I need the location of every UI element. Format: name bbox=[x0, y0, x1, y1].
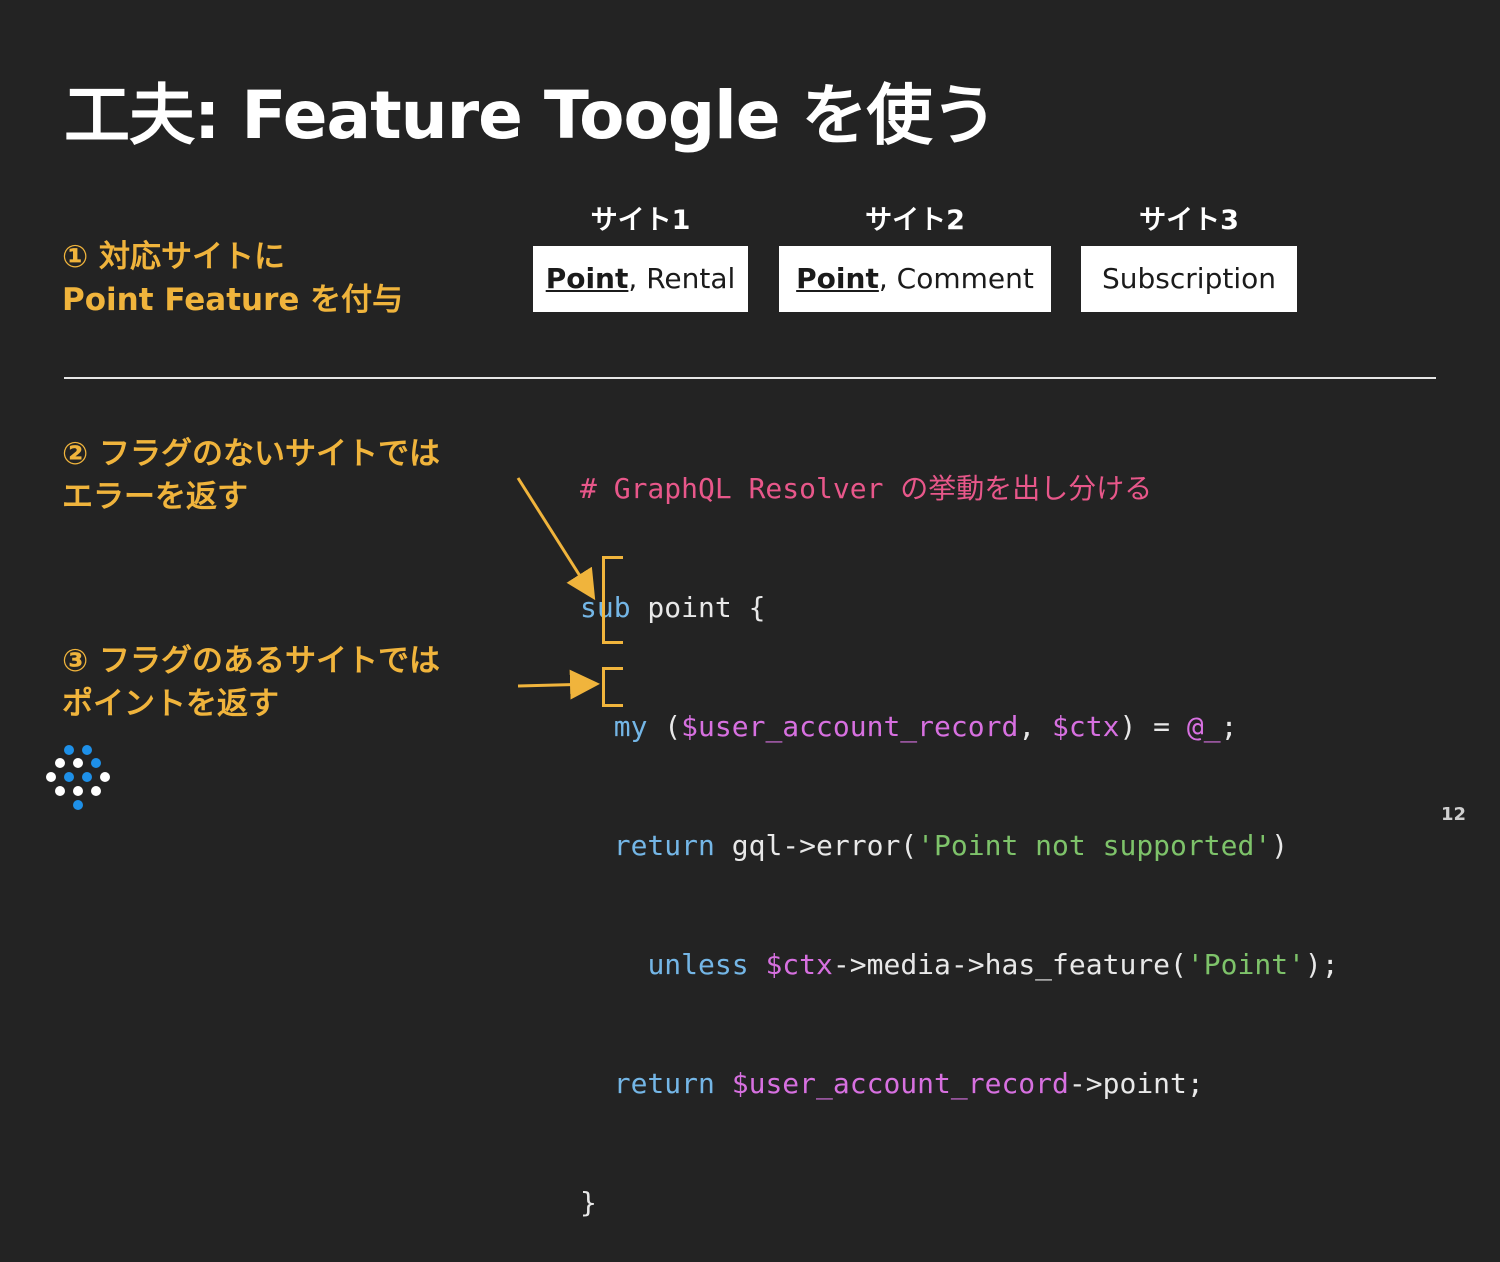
code-line-return-point: return $user_account_record->point; bbox=[580, 1057, 1339, 1110]
var-ctx: $ctx bbox=[765, 948, 833, 981]
kw-unless: unless bbox=[647, 948, 749, 981]
code-line-unless: unless $ctx->media->has_feature('Point')… bbox=[580, 938, 1339, 991]
arrows bbox=[516, 477, 600, 700]
arrow-to-error-branch bbox=[516, 477, 596, 601]
kw-return: return bbox=[613, 1067, 715, 1100]
page-number: 12 bbox=[1440, 804, 1466, 825]
arrow-to-success-branch bbox=[517, 669, 600, 700]
code-text: ->media->has_feature( bbox=[832, 948, 1187, 981]
dot-diamond-logo-icon bbox=[46, 745, 110, 810]
code-text: ); bbox=[1304, 948, 1339, 981]
code-text: ->point; bbox=[1068, 1067, 1204, 1100]
string-point: 'Point' bbox=[1186, 948, 1305, 981]
var-user-account-record: $user_account_record bbox=[731, 1067, 1069, 1100]
code-line-close: } bbox=[580, 1186, 597, 1219]
